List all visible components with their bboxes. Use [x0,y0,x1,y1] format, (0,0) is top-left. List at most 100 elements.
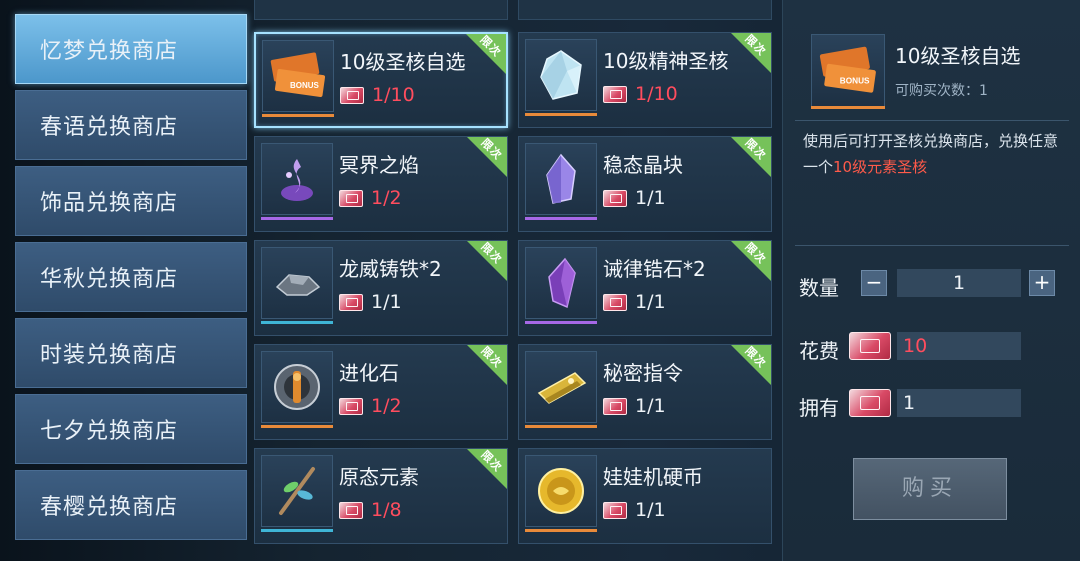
zircon-icon [525,247,597,319]
shop-item[interactable]: 进化石 1/2 限次 [254,344,508,440]
purchase-limit: 1/2 [371,395,402,417]
tab-accessory-shop[interactable]: 饰品兑换商店 [15,166,247,236]
item-name: 10级圣核自选 [340,50,466,74]
limited-badge: 限次 [467,137,507,177]
rarity-bar [525,425,597,428]
currency-ticket-icon [603,294,627,311]
owned-value: 1 [897,389,1021,417]
limited-badge: 限次 [731,33,771,73]
tab-chunyu-shop[interactable]: 春语兑换商店 [15,90,247,160]
currency-ticket-icon [339,502,363,519]
decrease-quantity-button[interactable]: − [861,270,887,296]
limited-badge: 限次 [467,241,507,281]
tab-label: 春樱兑换商店 [40,495,179,520]
secret-order-icon [525,351,597,423]
scrolled-item-partial [518,0,772,20]
ticket-bundle-icon: BONUS [262,40,334,112]
tab-fashion-shop[interactable]: 时装兑换商店 [15,318,247,388]
ticket-bundle-icon: BONUS [811,34,885,108]
purchase-limit: 1/1 [371,291,402,313]
purple-flame-icon [261,143,333,215]
detail-title: 10级圣核自选 [895,44,1021,68]
purchase-limit: 1/8 [371,499,402,521]
detail-panel: BONUS 10级圣核自选 可购买次数：1 使用后可打开圣核兑换商店，兑换任意一… [782,0,1080,561]
purchase-limit: 1/1 [635,291,666,313]
currency-ticket-icon [340,87,364,104]
currency-ticket-icon [603,502,627,519]
tab-label: 春语兑换商店 [40,115,179,140]
increase-quantity-button[interactable]: + [1029,270,1055,296]
remaining-purchases: 可购买次数：1 [895,83,988,99]
owned-label: 拥有 [799,396,839,420]
item-grid: BONUS 10级圣核自选 1/10 限次 10级精神圣核 1/10 限次 冥界… [254,0,774,561]
tab-qixi-shop[interactable]: 七夕兑换商店 [15,394,247,464]
limited-badge: 限次 [731,137,771,177]
shop-item[interactable]: 娃娃机硬币 1/1 [518,448,772,544]
item-description: 使用后可打开圣核兑换商店，兑换任意一个10级元素圣核 [803,132,1059,176]
currency-ticket-icon [603,398,627,415]
tab-label: 华秋兑换商店 [40,267,179,292]
limited-badge: 限次 [467,345,507,385]
purchase-limit: 1/2 [371,187,402,209]
purple-crystal-icon [525,143,597,215]
purchase-limit: 1/10 [635,83,678,105]
item-name: 10级精神圣核 [603,49,729,73]
item-name: 诫律锆石*2 [603,257,706,281]
rarity-bar [262,114,334,117]
rarity-bar [261,425,333,428]
item-name: 进化石 [339,361,399,385]
shop-item[interactable]: 诫律锆石*2 1/1 限次 [518,240,772,336]
item-name: 冥界之焰 [339,153,419,177]
rarity-bar [525,529,597,532]
currency-ticket-icon [339,398,363,415]
divider [795,245,1069,246]
shop-item[interactable]: 冥界之焰 1/2 限次 [254,136,508,232]
cost-value: 10 [897,332,1021,360]
currency-ticket-icon [339,294,363,311]
tab-huaqiu-shop[interactable]: 华秋兑换商店 [15,242,247,312]
item-name: 娃娃机硬币 [603,465,703,489]
rarity-bar [261,529,333,532]
shop-item[interactable]: 秘密指令 1/1 限次 [518,344,772,440]
purchase-limit: 1/1 [635,187,666,209]
purchase-limit: 1/1 [635,395,666,417]
buy-button[interactable]: 购买 [853,458,1007,520]
limited-badge: 限次 [731,345,771,385]
item-name: 原态元素 [339,465,419,489]
currency-ticket-icon [849,332,891,360]
rarity-bar [525,113,597,116]
shop-item[interactable]: 原态元素 1/8 限次 [254,448,508,544]
limited-badge: 限次 [466,34,506,74]
currency-ticket-icon [339,190,363,207]
gold-coin-icon [525,455,597,527]
quantity-input[interactable]: 1 [897,269,1021,297]
shop-item[interactable]: 10级精神圣核 1/10 限次 [518,32,772,128]
currency-ticket-icon [603,190,627,207]
tab-label: 时装兑换商店 [40,343,179,368]
rarity-bar [261,321,333,324]
svg-text:BONUS: BONUS [840,76,870,85]
rarity-bar [261,217,333,220]
limited-badge: 限次 [467,449,507,489]
svg-text:BONUS: BONUS [290,81,320,90]
shop-item[interactable]: 稳态晶块 1/1 限次 [518,136,772,232]
purchase-limit: 1/10 [372,84,415,106]
description-highlight: 10级元素圣核 [833,158,928,176]
tab-label: 饰品兑换商店 [40,191,179,216]
item-name: 龙威铸铁*2 [339,257,442,281]
crystal-icon [525,39,597,111]
rarity-bar [525,217,597,220]
branch-icon [261,455,333,527]
purchase-limit: 1/1 [635,499,666,521]
item-name: 稳态晶块 [603,153,683,177]
tab-yimeng-shop[interactable]: 忆梦兑换商店 [15,14,247,84]
shop-item[interactable]: 龙威铸铁*2 1/1 限次 [254,240,508,336]
tab-chunying-shop[interactable]: 春樱兑换商店 [15,470,247,540]
currency-ticket-icon [849,389,891,417]
evolution-stone-icon [261,351,333,423]
tab-label: 七夕兑换商店 [40,419,179,444]
rarity-bar [811,106,885,109]
shop-item[interactable]: BONUS 10级圣核自选 1/10 限次 [254,32,508,128]
quantity-label: 数量 [799,276,839,300]
divider [795,120,1069,121]
